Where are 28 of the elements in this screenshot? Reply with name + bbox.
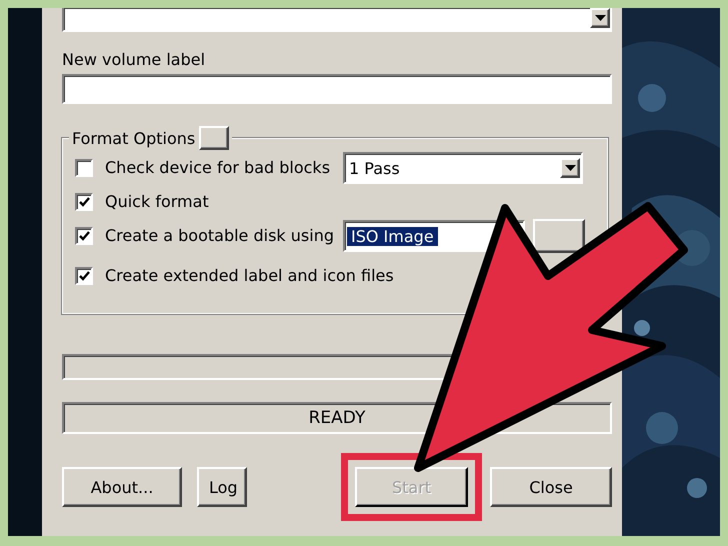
dropdown-arrow-button[interactable] xyxy=(560,158,580,178)
status-bar: READY xyxy=(62,402,612,434)
checkbox-label: Quick format xyxy=(105,192,210,212)
checkbox[interactable] xyxy=(75,227,93,245)
caret-icon xyxy=(594,15,606,21)
field-label: New volume label xyxy=(62,50,206,70)
checkbox-label: Create extended label and icon files xyxy=(105,266,394,286)
checkbox[interactable] xyxy=(75,193,93,211)
close-button[interactable]: Close xyxy=(490,467,612,507)
volume-label-field[interactable] xyxy=(62,74,612,104)
dropdown-value: ISO Image xyxy=(347,226,438,246)
device-dropdown[interactable] xyxy=(62,8,612,32)
dropdown-arrow-button[interactable] xyxy=(590,8,610,28)
checkbox-label: Check device for bad blocks xyxy=(105,158,332,178)
caret-icon xyxy=(564,165,576,171)
check-icon xyxy=(78,197,90,207)
checkbox[interactable] xyxy=(75,159,93,177)
check-icon xyxy=(78,271,90,281)
dropdown-value: 1 Pass xyxy=(348,158,401,178)
checkbox-label: Create a bootable disk using xyxy=(105,226,335,246)
group-title: Format Options xyxy=(72,128,196,148)
toggle-button[interactable] xyxy=(199,126,230,150)
dropdown-field[interactable]: 1 Pass xyxy=(343,152,583,184)
log-button[interactable]: Log xyxy=(197,467,247,507)
about-button[interactable]: About... xyxy=(62,467,182,507)
checkbox[interactable] xyxy=(75,267,93,285)
browse-button[interactable] xyxy=(533,219,585,253)
check-icon xyxy=(78,231,90,241)
